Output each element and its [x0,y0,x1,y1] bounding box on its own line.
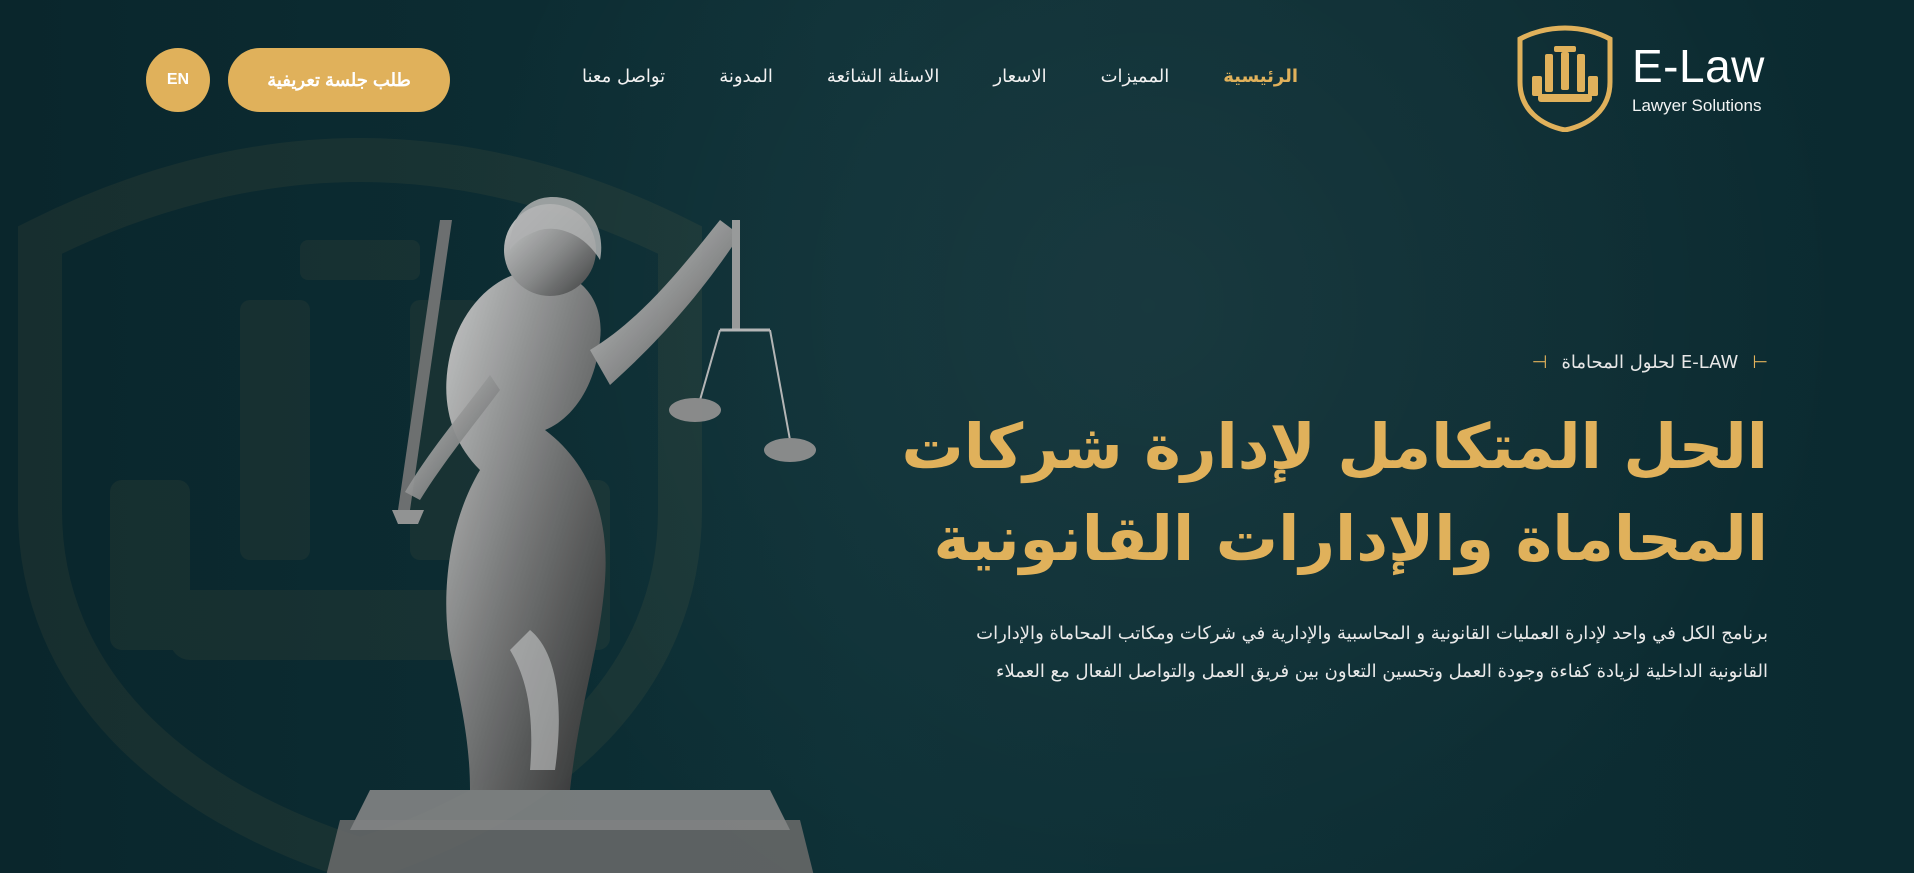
hero-description: برنامج الكل في واحد لإدارة العمليات القا… [948,615,1768,691]
landing-page: EN طلب جلسة تعريفية تواصل معنا المدونة ا… [0,0,1914,873]
eyebrow-text: E-LAW لحلول المحاماة [1561,352,1739,373]
description-line: برنامج الكل في واحد لإدارة العمليات القا… [976,623,1768,644]
eyebrow-right-bracket-icon: ⊢ [1531,352,1548,373]
description-line: القانونية الداخلية لزيادة كفاءة وجودة ال… [996,661,1768,682]
brand-name: E-Law [1632,39,1765,92]
main-nav: تواصل معنا المدونة الاسئلة الشائعة الاسع… [582,66,1298,87]
hero-eyebrow: ⊣ E-LAW لحلول المحاماة ⊢ [1532,352,1768,373]
top-navigation-bar: EN طلب جلسة تعريفية تواصل معنا المدونة ا… [0,0,1914,160]
brand-subtitle: Lawyer Solutions [1632,95,1762,115]
language-toggle-button[interactable]: EN [146,48,210,112]
nav-item-contact[interactable]: تواصل معنا [582,66,665,87]
nav-item-features[interactable]: المميزات [1101,66,1170,87]
scales-of-justice-icon [1517,25,1613,132]
headline-line: المحاماة والإدارات القانونية [933,502,1768,575]
nav-item-blog[interactable]: المدونة [719,66,773,87]
brand-text: E-Law Lawyer Solutions [1632,43,1765,114]
hero: ⊣ E-LAW لحلول المحاماة ⊢ الحل المتكامل ل… [901,352,1769,691]
nav-item-pricing[interactable]: الاسعار [993,66,1046,87]
hero-headline: الحل المتكامل لإدارة شركات المحاماة والإ… [901,401,1769,585]
headline-line: الحل المتكامل لإدارة شركات [901,410,1769,483]
nav-item-faq[interactable]: الاسئلة الشائعة [827,66,939,87]
eyebrow-left-bracket-icon: ⊣ [1752,352,1768,373]
nav-item-home[interactable]: الرئيسية [1223,66,1298,87]
statue-of-justice-icon [326,197,816,873]
request-intro-session-button[interactable]: طلب جلسة تعريفية [228,48,450,112]
brand[interactable]: E-Law Lawyer Solutions [1514,24,1765,132]
